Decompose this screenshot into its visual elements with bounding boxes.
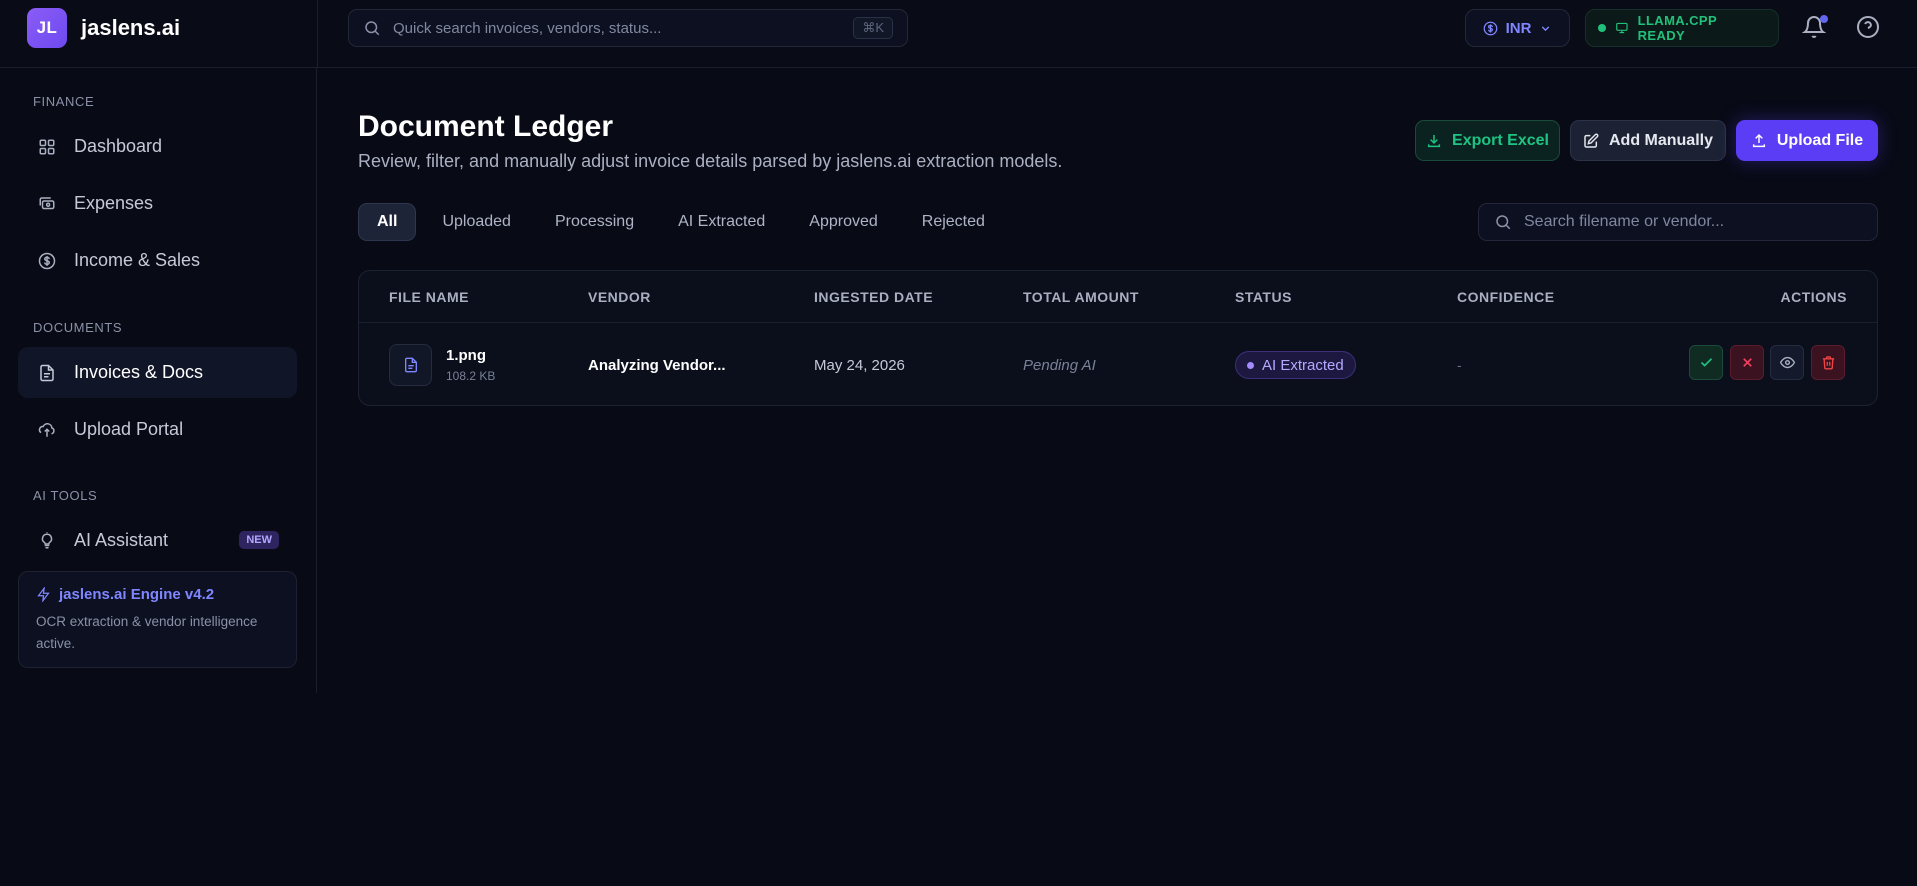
- eye-icon: [1779, 356, 1795, 369]
- tab-uploaded[interactable]: Uploaded: [424, 203, 529, 241]
- column-header-file-name[interactable]: FILE NAME: [389, 289, 469, 305]
- sidebar-item-label: Income & Sales: [74, 250, 201, 270]
- reject-button[interactable]: [1730, 345, 1764, 380]
- lightning-icon: [37, 587, 50, 602]
- column-header-confidence[interactable]: CONFIDENCE: [1457, 289, 1555, 305]
- tab-all[interactable]: All: [358, 203, 417, 241]
- engine-status-card: jaslens.ai Engine v4.2 OCR extraction & …: [18, 571, 297, 668]
- trash-icon: [1822, 356, 1834, 370]
- search-icon: [1496, 215, 1511, 230]
- edit-icon: [1584, 133, 1599, 148]
- export-excel-button[interactable]: Export Excel: [1415, 120, 1560, 161]
- confidence-cell: -: [1457, 357, 1462, 373]
- tab-approved[interactable]: Approved: [791, 203, 896, 241]
- delete-button[interactable]: [1811, 345, 1845, 380]
- dollar-icon: [1483, 21, 1497, 35]
- chevron-down-icon: [1542, 25, 1550, 31]
- sidebar-item-dashboard[interactable]: Dashboard: [18, 121, 297, 172]
- column-header-ingested-date[interactable]: INGESTED DATE: [814, 289, 933, 305]
- sidebar-item-upload-portal[interactable]: Upload Portal: [18, 404, 297, 455]
- grid-icon: [39, 139, 55, 154]
- file-icon: [40, 364, 54, 381]
- brand-name: jaslens.ai: [81, 15, 181, 40]
- model-status-text: LLAMA.CPP READY: [1637, 13, 1717, 43]
- new-badge: NEW: [239, 531, 279, 549]
- sidebar-item-label: Upload Portal: [74, 419, 184, 439]
- amount-cell: Pending AI: [1023, 357, 1096, 374]
- notifications-button[interactable]: [1801, 15, 1828, 41]
- monitor-icon: [1616, 22, 1628, 34]
- filter-search-placeholder: Search filename or vendor...: [1524, 213, 1725, 230]
- column-header-total-amount[interactable]: TOTAL AMOUNT: [1023, 289, 1139, 305]
- currency-selector[interactable]: INR: [1465, 9, 1570, 47]
- close-icon: [1742, 358, 1752, 367]
- status-text: AI Extracted: [1262, 356, 1344, 374]
- status-dot: [1598, 24, 1606, 32]
- shortcut-hint: ⌘K: [853, 17, 893, 39]
- sidebar-item-label: AI Assistant: [74, 530, 169, 550]
- add-manually-label: Add Manually: [1608, 131, 1713, 149]
- status-tabs: All Uploaded Processing AI Extracted App…: [358, 203, 1003, 241]
- notification-dot: [1820, 15, 1828, 23]
- vendor-cell: Analyzing Vendor...: [588, 357, 726, 374]
- upload-file-label: Upload File: [1776, 131, 1864, 149]
- date-cell: May 24, 2026: [814, 357, 905, 374]
- page-subtitle: Review, filter, and manually adjust invo…: [358, 151, 1063, 171]
- quick-search-input[interactable]: Quick search invoices, vendors, status..…: [348, 9, 908, 47]
- filter-search-input[interactable]: Search filename or vendor...: [1478, 203, 1878, 241]
- file-size: 108.2 KB: [446, 369, 496, 383]
- search-icon: [365, 21, 380, 36]
- sidebar-item-label: Invoices & Docs: [74, 362, 204, 382]
- section-label-documents: DOCUMENTS: [33, 320, 123, 335]
- status-dot: [1247, 361, 1254, 369]
- documents-table: FILE NAME VENDOR INGESTED DATE TOTAL AMO…: [358, 270, 1878, 406]
- bulb-icon: [41, 531, 53, 548]
- model-status-badge[interactable]: LLAMA.CPP READY: [1585, 9, 1779, 47]
- dollar-circle-icon: [38, 252, 56, 269]
- section-label-ai-tools: AI TOOLS: [33, 488, 98, 503]
- status-badge: AI Extracted: [1235, 351, 1356, 379]
- table-header: FILE NAME VENDOR INGESTED DATE TOTAL AMO…: [359, 271, 1877, 323]
- sidebar-item-ai-assistant[interactable]: AI Assistant NEW: [18, 515, 297, 566]
- view-button[interactable]: [1770, 345, 1804, 380]
- sidebar: FINANCE Dashboard Expenses Income & Sale…: [0, 68, 317, 693]
- help-button[interactable]: [1856, 15, 1882, 41]
- topbar-divider: [317, 0, 318, 68]
- document-icon: [389, 344, 432, 386]
- cloud-upload-icon: [38, 422, 55, 437]
- upload-icon: [1752, 133, 1765, 147]
- export-excel-label: Export Excel: [1452, 131, 1549, 149]
- brand-logo: JL: [27, 8, 67, 48]
- engine-title-row: jaslens.ai Engine v4.2: [36, 586, 279, 603]
- engine-description: OCR extraction & vendor intelligence act…: [36, 614, 258, 651]
- section-label-finance: FINANCE: [33, 94, 95, 109]
- sidebar-item-expenses[interactable]: Expenses: [18, 178, 297, 229]
- table-row[interactable]: 1.png 108.2 KB Analyzing Vendor... May 2…: [359, 323, 1877, 405]
- sidebar-item-label: Dashboard: [74, 136, 163, 156]
- check-icon: [1700, 358, 1712, 367]
- upload-file-button[interactable]: Upload File: [1736, 120, 1878, 161]
- file-name[interactable]: 1.png: [446, 347, 486, 364]
- top-bar: JL jaslens.ai Quick search invoices, ven…: [0, 0, 1917, 68]
- tab-ai-extracted[interactable]: AI Extracted: [660, 203, 783, 241]
- engine-title: jaslens.ai Engine v4.2: [59, 586, 215, 603]
- column-header-actions: ACTIONS: [1780, 289, 1847, 305]
- brand[interactable]: JL jaslens.ai: [27, 8, 180, 48]
- tab-rejected[interactable]: Rejected: [904, 203, 1003, 241]
- cards-icon: [39, 196, 55, 209]
- page-title: Document Ledger: [358, 110, 614, 143]
- currency-value: INR: [1505, 19, 1532, 37]
- quick-search-placeholder: Quick search invoices, vendors, status..…: [393, 19, 662, 37]
- tab-processing[interactable]: Processing: [537, 203, 652, 241]
- column-header-status[interactable]: STATUS: [1235, 289, 1292, 305]
- help-icon: [1857, 16, 1879, 38]
- sidebar-item-label: Expenses: [74, 193, 154, 213]
- download-icon: [1427, 134, 1441, 147]
- approve-button[interactable]: [1689, 345, 1723, 380]
- sidebar-item-income-sales[interactable]: Income & Sales: [18, 235, 297, 286]
- add-manually-button[interactable]: Add Manually: [1570, 120, 1726, 161]
- column-header-vendor[interactable]: VENDOR: [588, 289, 651, 305]
- sidebar-item-invoices-docs[interactable]: Invoices & Docs: [18, 347, 297, 398]
